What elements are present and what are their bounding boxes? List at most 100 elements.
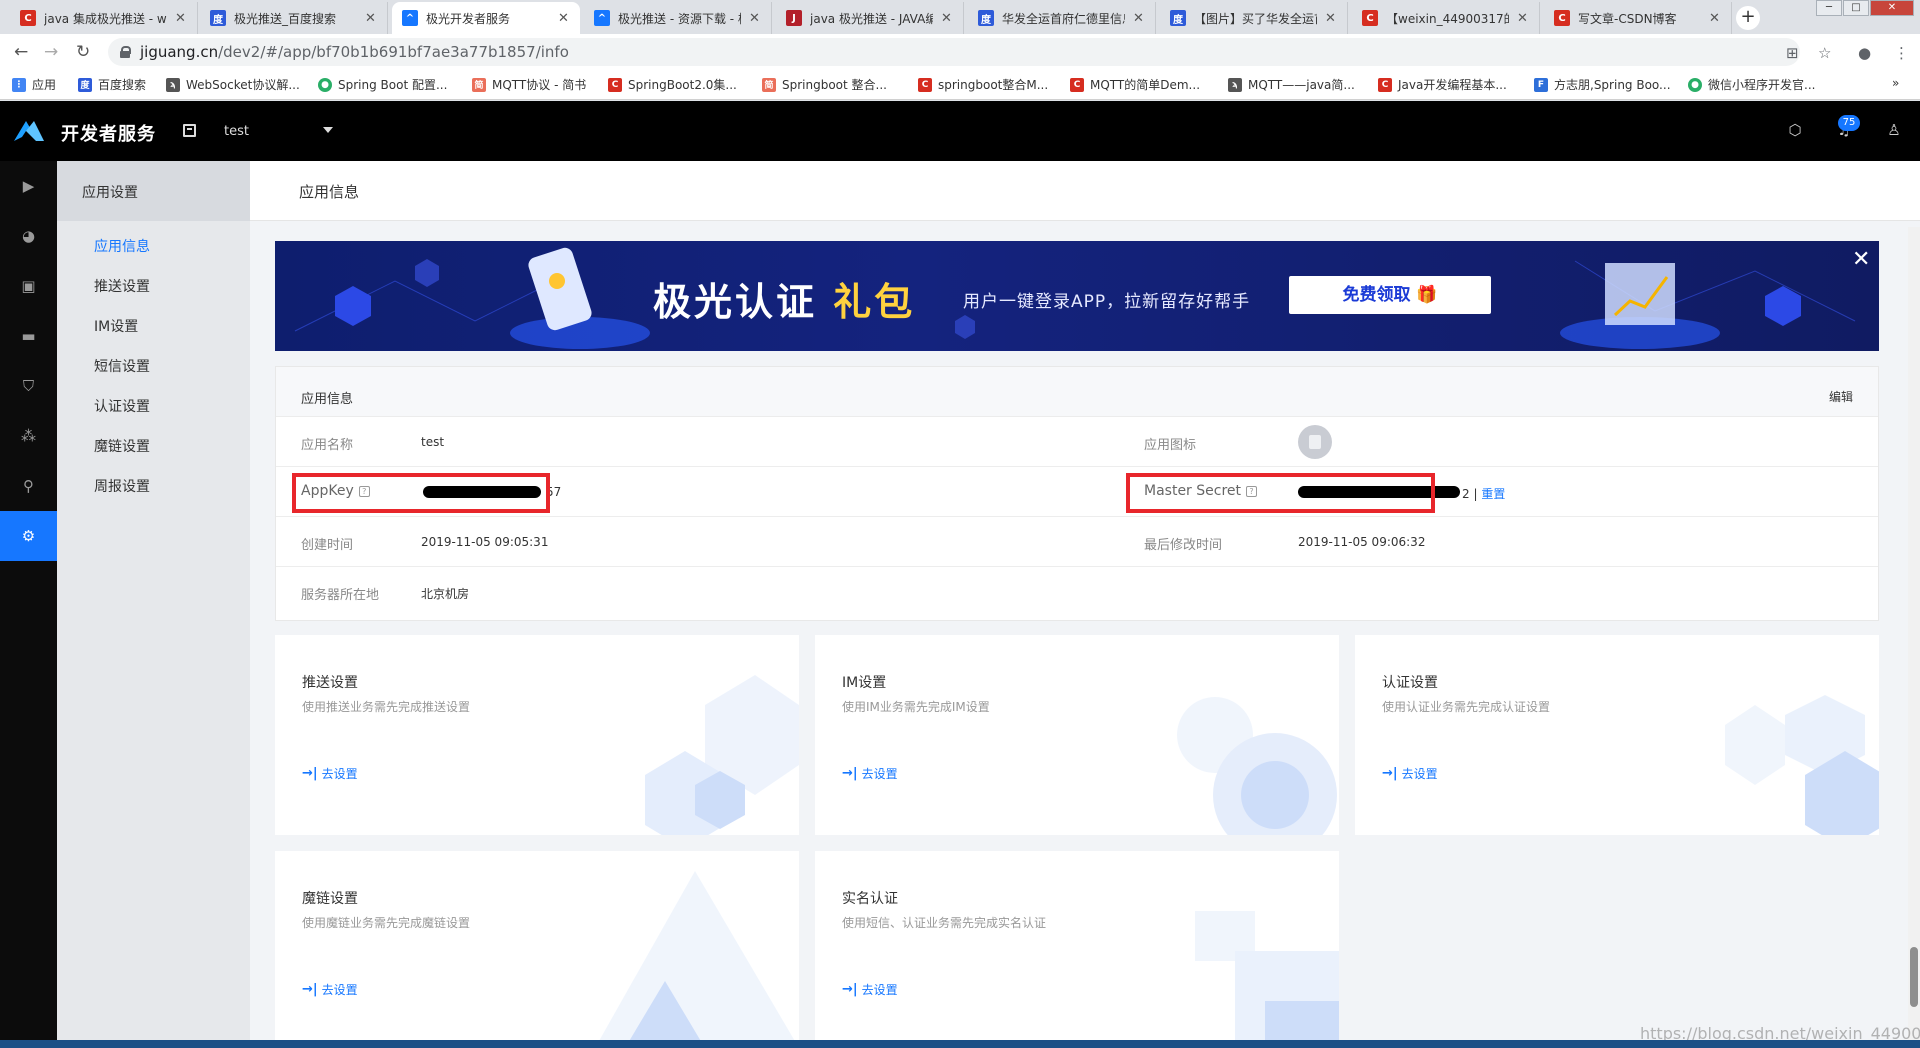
devices-nav-icon[interactable]: ▣ — [0, 261, 57, 311]
bookmark-item[interactable]: 简 Springboot 整合... — [762, 76, 887, 93]
link-nav-icon[interactable]: ⚲ — [0, 461, 57, 511]
stats-nav-icon[interactable]: ◕ — [0, 211, 57, 261]
tab-close-icon[interactable]: ✕ — [365, 11, 377, 26]
bookmark-item[interactable]: 简 MQTT协议 - 简书 — [472, 76, 586, 93]
bookmark-item[interactable]: C Java开发编程基本... — [1378, 76, 1507, 93]
bookmark-item[interactable]: C springboot整合M... — [918, 76, 1048, 93]
goto-settings-label: 去设置 — [1401, 767, 1438, 781]
share-nav-icon[interactable]: ⁂ — [0, 411, 57, 461]
subnav-item-im[interactable]: IM设置 — [94, 316, 138, 336]
subnav-item-mlink[interactable]: 魔链设置 — [94, 436, 150, 456]
app-list-icon[interactable] — [183, 124, 196, 137]
browser-tab[interactable]: C 写文章-CSDN博客 ✕ — [1544, 2, 1732, 34]
tab-close-icon[interactable]: ✕ — [941, 11, 953, 26]
edit-button[interactable]: 编辑 — [1829, 388, 1853, 405]
goto-settings-link[interactable]: →| 去设置 — [302, 981, 358, 998]
cube-icon[interactable]: ⬡ — [1786, 121, 1804, 139]
tab-close-icon[interactable]: ✕ — [749, 11, 761, 26]
bookmarks-overflow-icon[interactable]: » — [1892, 76, 1899, 90]
feature-description: 使用IM业务需先完成IM设置 — [842, 700, 990, 714]
push-nav-icon[interactable]: ▶ — [0, 161, 57, 211]
browser-tab[interactable]: 度 【图片】买了华发全运首 ✕ — [1160, 2, 1348, 34]
feature-title: 魔链设置 — [302, 891, 358, 907]
subnav-item-auth[interactable]: 认证设置 — [94, 396, 150, 416]
feature-title: 实名认证 — [842, 891, 898, 907]
tab-close-icon[interactable]: ✕ — [1517, 11, 1529, 26]
claim-gift-button[interactable]: 免费领取 🎁 — [1289, 276, 1491, 314]
wechat-icon: ● — [318, 77, 332, 92]
bookmark-label: WebSocket协议解... — [186, 78, 300, 92]
bookmark-item[interactable]: F 方志朋,Spring Boo... — [1534, 76, 1671, 93]
tab-close-icon[interactable]: ✕ — [1709, 11, 1721, 26]
browser-tab[interactable]: C java 集成极光推送 - we ✕ — [10, 2, 198, 34]
subnav-item-push[interactable]: 推送设置 — [94, 276, 150, 296]
scrollbar-thumb[interactable] — [1910, 947, 1918, 1007]
subnav-item-weekly[interactable]: 周报设置 — [94, 476, 150, 496]
jiguang-logo-icon[interactable] — [12, 119, 46, 143]
csdn-favicon-icon: C — [1362, 10, 1378, 26]
arrow-right-icon: →| — [842, 982, 858, 997]
appkey-highlight-box — [292, 473, 550, 513]
bookmark-item[interactable]: C SpringBoot2.0集... — [608, 76, 737, 93]
reload-icon[interactable]: ↻ — [76, 42, 90, 62]
reset-secret-link[interactable]: 重置 — [1481, 487, 1505, 501]
tab-close-icon[interactable]: ✕ — [1133, 11, 1145, 26]
master-secret-value[interactable]: 2 | 重置 — [1462, 485, 1505, 502]
user-icon[interactable]: ♙ — [1885, 121, 1903, 139]
promo-banner[interactable]: 极光认证 礼包 用户一键登录APP，拉新留存好帮手 免费领取 🎁 ✕ — [275, 241, 1879, 351]
scrollbar[interactable] — [1908, 227, 1920, 1048]
bookmark-item[interactable]: ● 微信小程序开发官... — [1688, 76, 1815, 93]
browser-tab[interactable]: J java 极光推送 - JAVA编 ✕ — [776, 2, 964, 34]
goto-settings-link[interactable]: →| 去设置 — [302, 765, 358, 782]
baidu-favicon-icon: 度 — [978, 10, 994, 26]
goto-settings-link[interactable]: →| 去设置 — [1382, 765, 1438, 782]
menu-icon[interactable]: ⋮ — [1894, 44, 1909, 62]
bookmark-item[interactable]: ● Spring Boot 配置... — [318, 76, 447, 93]
close-window-button[interactable]: ✕ — [1870, 0, 1914, 16]
url-input[interactable]: jiguang.cn/dev2/#/app/bf70b1b691bf7ae3a7… — [108, 38, 1800, 66]
browser-tab[interactable]: 度 华发全运首府仁德里信息 ✕ — [968, 2, 1156, 34]
tab-close-icon[interactable]: ✕ — [1325, 11, 1337, 26]
maximize-button[interactable]: □ — [1843, 0, 1869, 16]
app-title[interactable]: 开发者服务 — [61, 120, 156, 146]
browser-tab[interactable]: ^ 极光推送 - 资源下载 - 极 ✕ — [584, 2, 772, 34]
chevron-down-icon[interactable] — [323, 127, 333, 133]
translate-icon[interactable]: ⊞ — [1786, 44, 1799, 62]
tab-close-icon[interactable]: ✕ — [175, 11, 187, 26]
bookmark-item[interactable]: ϡ WebSocket协议解... — [166, 76, 300, 93]
back-icon[interactable]: ← — [14, 42, 28, 62]
current-app-selector[interactable]: test — [224, 124, 249, 139]
settings-nav-icon[interactable]: ⚙ — [0, 511, 57, 561]
banner-title-highlight: 礼包 — [833, 280, 916, 324]
subnav-item-app-info[interactable]: 应用信息 — [94, 236, 150, 256]
message-nav-icon[interactable]: ▬ — [0, 311, 57, 361]
close-icon[interactable]: ✕ — [1852, 247, 1870, 272]
profile-icon[interactable]: ● — [1858, 44, 1871, 62]
bookmark-label: 方志朋,Spring Boo... — [1554, 78, 1671, 92]
bookmark-star-icon[interactable]: ☆ — [1818, 44, 1831, 62]
subnav-item-sms[interactable]: 短信设置 — [94, 356, 150, 376]
bookmark-item[interactable]: 度 百度搜索 — [78, 76, 146, 93]
goto-settings-link[interactable]: →| 去设置 — [842, 981, 898, 998]
bookmark-item[interactable]: C MQTT的简单Dem... — [1070, 76, 1200, 93]
minimize-button[interactable]: ─ — [1816, 0, 1842, 16]
shield-nav-icon[interactable]: ⛉ — [0, 361, 57, 411]
icon-rail: ▶ ◕ ▣ ▬ ⛉ ⁂ ⚲ ⚙ — [0, 161, 57, 1048]
app-info-heading-text: 应用信息 — [301, 392, 354, 407]
goto-settings-label: 去设置 — [321, 983, 358, 997]
info-row: 服务器所在地 北京机房 — [276, 567, 1878, 617]
arrow-right-icon: →| — [1382, 766, 1398, 781]
browser-tab[interactable]: 度 极光推送_百度搜索 ✕ — [200, 2, 388, 34]
lock-icon[interactable] — [120, 46, 131, 58]
browser-tab-active[interactable]: ^ 极光开发者服务 ✕ — [392, 2, 580, 34]
tab-close-icon[interactable]: ✕ — [558, 11, 570, 26]
bookmark-item[interactable]: ϡ MQTT——java简... — [1228, 76, 1355, 93]
feature-description: 使用短信、认证业务需先完成实名认证 — [842, 916, 1047, 930]
new-tab-button[interactable]: + — [1736, 6, 1760, 30]
card-decoration — [1195, 911, 1339, 1048]
bookmark-label: MQTT的简单Dem... — [1090, 78, 1201, 92]
browser-tab[interactable]: C 【weixin_44900317的博 ✕ — [1352, 2, 1540, 34]
forward-icon[interactable]: → — [44, 42, 58, 62]
goto-settings-link[interactable]: →| 去设置 — [842, 765, 898, 782]
bookmark-apps[interactable]: ⋮ 应用 — [12, 76, 56, 93]
